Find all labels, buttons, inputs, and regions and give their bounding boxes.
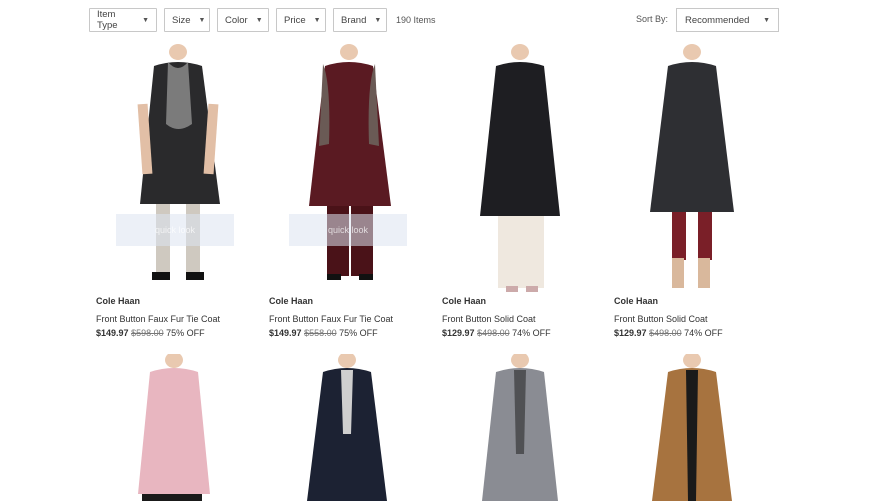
product-name[interactable]: Front Button Solid Coat (614, 314, 779, 324)
product-image[interactable] (96, 44, 261, 296)
filter-brand[interactable]: Brand ▼ (333, 8, 387, 32)
item-count: 190 Items (396, 15, 436, 25)
filter-brand-label: Brand (341, 14, 367, 26)
filter-price-label: Price (284, 14, 306, 26)
product-brand: Cole Haan (442, 296, 487, 306)
caret-down-icon: ▼ (313, 16, 321, 24)
quick-look-label: quick look (327, 225, 369, 235)
product-card[interactable] (442, 354, 607, 501)
product-image[interactable] (269, 354, 434, 501)
product-name[interactable]: Front Button Faux Fur Tie Coat (269, 314, 434, 324)
filter-price[interactable]: Price ▼ (276, 8, 326, 32)
product-prices: $129.97 $498.00 74% OFF (442, 328, 607, 338)
filter-item-type-label: Item Type (97, 9, 118, 31)
caret-down-icon: ▼ (763, 16, 770, 24)
original-price: $498.00 (477, 328, 510, 338)
product-prices: $149.97 $558.00 75% OFF (269, 328, 434, 338)
filter-color-label: Color (225, 14, 248, 26)
product-card[interactable]: Cole Haan Front Button Solid Coat $129.9… (614, 44, 779, 338)
product-card[interactable] (269, 354, 434, 501)
product-prices: $149.97 $598.00 75% OFF (96, 328, 261, 338)
product-image[interactable] (614, 354, 779, 501)
sort-value: Recommended (685, 14, 750, 26)
product-card[interactable] (96, 354, 261, 501)
product-image[interactable] (442, 44, 607, 296)
original-price: $598.00 (131, 328, 164, 338)
sale-price: $129.97 (442, 328, 475, 338)
caret-down-icon: ▼ (255, 16, 263, 24)
caret-down-icon: ▼ (374, 16, 382, 24)
filter-bar: Item Type ▼ Size ▼ Color ▼ Price ▼ Brand… (89, 8, 436, 32)
caret-down-icon: ▼ (142, 16, 149, 24)
original-price: $498.00 (649, 328, 682, 338)
sale-price: $129.97 (614, 328, 647, 338)
product-card[interactable] (614, 354, 779, 501)
product-card[interactable]: quick look Cole Haan Front Button Faux F… (96, 44, 261, 338)
discount: 75% OFF (166, 328, 205, 338)
quick-look-label: quick look (154, 225, 196, 235)
product-brand: Cole Haan (614, 296, 659, 306)
product-brand: Cole Haan (269, 296, 314, 306)
product-name[interactable]: Front Button Faux Fur Tie Coat (96, 314, 261, 324)
discount: 75% OFF (339, 328, 378, 338)
filter-size-label: Size (172, 14, 191, 26)
product-card[interactable]: Cole Haan Front Button Solid Coat $129.9… (442, 44, 607, 338)
filter-item-type[interactable]: Item Type ▼ (89, 8, 157, 32)
product-image[interactable] (442, 354, 607, 501)
filter-size[interactable]: Size ▼ (164, 8, 210, 32)
product-name[interactable]: Front Button Solid Coat (442, 314, 607, 324)
discount: 74% OFF (684, 328, 723, 338)
quick-look-button[interactable]: quick look (116, 214, 234, 246)
filter-color[interactable]: Color ▼ (217, 8, 269, 32)
discount: 74% OFF (512, 328, 551, 338)
sale-price: $149.97 (269, 328, 302, 338)
sale-price: $149.97 (96, 328, 129, 338)
caret-down-icon: ▼ (198, 16, 206, 24)
product-card[interactable]: quick look Cole Haan Front Button Faux F… (269, 44, 434, 338)
sort-label: Sort By: (636, 14, 669, 24)
product-prices: $129.97 $498.00 74% OFF (614, 328, 779, 338)
sort-select[interactable]: Recommended ▼ (676, 8, 779, 32)
original-price: $558.00 (304, 328, 337, 338)
product-brand: Cole Haan (96, 296, 141, 306)
quick-look-button[interactable]: quick look (289, 214, 407, 246)
product-image[interactable] (269, 44, 434, 296)
product-image[interactable] (96, 354, 261, 501)
product-image[interactable] (614, 44, 779, 296)
